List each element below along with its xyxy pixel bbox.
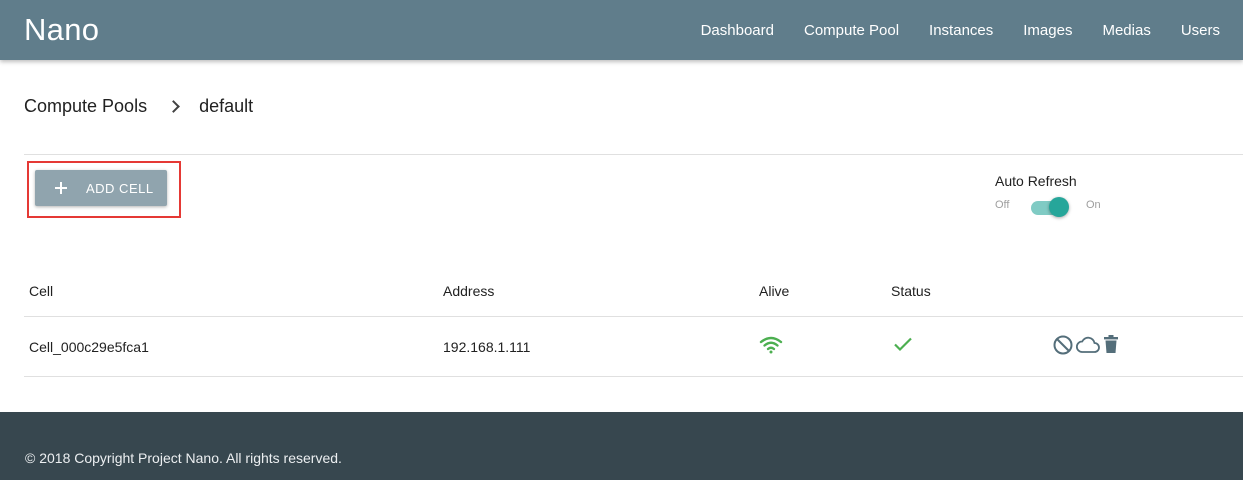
column-header-alive: Alive (759, 283, 790, 299)
auto-refresh: Auto Refresh Off On (995, 173, 1101, 217)
wifi-icon (759, 336, 783, 354)
copyright-text: © 2018 Copyright Project Nano. All right… (25, 450, 342, 466)
switch-on-label: On (1086, 199, 1101, 211)
cell-name: Cell_000c29e5fca1 (29, 339, 149, 355)
header-divider (24, 316, 1243, 317)
main-nav: Dashboard Compute Pool Instances Images … (686, 0, 1243, 60)
trash-icon[interactable] (1102, 334, 1120, 354)
disable-icon[interactable] (1052, 334, 1074, 356)
row-divider (24, 376, 1243, 377)
switch-thumb[interactable] (1049, 197, 1069, 217)
check-icon (894, 337, 912, 352)
breadcrumb-current: default (199, 96, 254, 116)
add-cell-button[interactable]: ADD CELL (35, 170, 167, 206)
brand-title[interactable]: Nano (24, 12, 99, 48)
nav-compute-pool[interactable]: Compute Pool (789, 22, 914, 39)
breadcrumb-compute-pools[interactable]: Compute Pools (24, 96, 147, 117)
cell-address: 192.168.1.111 (443, 339, 531, 355)
nav-medias[interactable]: Medias (1087, 22, 1165, 39)
nav-instances[interactable]: Instances (914, 22, 1008, 39)
chevron-right-icon (169, 98, 179, 116)
column-header-address: Address (443, 283, 495, 299)
nav-dashboard[interactable]: Dashboard (686, 22, 789, 39)
column-header-cell: Cell (29, 283, 54, 299)
nav-images[interactable]: Images (1008, 22, 1087, 39)
auto-refresh-label: Auto Refresh (995, 173, 1077, 189)
plus-icon (55, 182, 67, 194)
cloud-icon[interactable] (1075, 334, 1101, 356)
section-divider (24, 154, 1243, 155)
breadcrumb: Compute Pools default (24, 96, 253, 117)
add-cell-label: ADD CELL (86, 180, 154, 196)
auto-refresh-switch[interactable]: Off On (995, 196, 1115, 218)
nav-users[interactable]: Users (1166, 22, 1243, 39)
switch-off-label: Off (995, 199, 1010, 211)
app-bar: Nano Dashboard Compute Pool Instances Im… (0, 0, 1243, 60)
column-header-status: Status (891, 283, 931, 299)
footer: © 2018 Copyright Project Nano. All right… (0, 412, 1243, 480)
